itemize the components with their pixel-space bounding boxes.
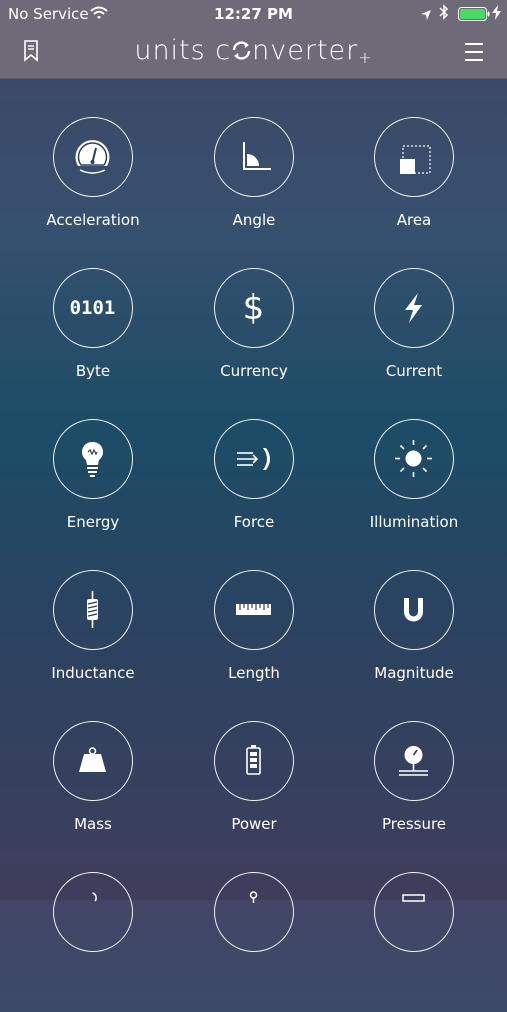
category-icon-circle [374,570,454,650]
location-arrow-icon [420,6,432,25]
category-label: Force [233,513,275,531]
weight-icon [79,747,106,772]
force-icon [237,448,270,470]
category-area[interactable]: Area [336,117,496,257]
category-label: Mass [74,815,112,833]
battery-icon [246,745,261,775]
category-partial-1[interactable] [15,872,175,1012]
category-icon-circle: 0101 [53,268,133,348]
category-label: Currency [220,362,288,380]
category-icon-circle [214,872,294,952]
category-partial-3[interactable] [336,872,496,1012]
app-title-plus: + [358,48,373,67]
refresh-arrows-icon [231,37,252,60]
category-icon-circle [374,419,454,499]
category-icon-circle [374,117,454,197]
category-label: Area [396,211,432,229]
status-bar: No Service 12:27 PM [0,0,507,28]
category-inductance[interactable]: Inductance [15,570,175,710]
partial-icon [249,891,258,903]
category-icon-circle [374,721,454,801]
category-icon-circle [214,570,294,650]
binary-icon: 0101 [70,297,116,319]
category-force[interactable]: Force [176,419,336,559]
hamburger-menu-icon[interactable] [463,42,485,66]
category-pressure[interactable]: Pressure [336,721,496,861]
category-currency[interactable]: $ Currency [176,268,336,408]
category-magnitude[interactable]: Magnitude [336,570,496,710]
category-angle[interactable]: Angle [176,117,336,257]
category-partial-2[interactable] [176,872,336,1012]
category-label: Acceleration [46,211,140,229]
category-label: Energy [66,513,120,531]
category-label: Illumination [369,513,459,531]
bluetooth-icon [439,4,449,24]
partial-icon [402,894,425,902]
category-icon-circle [214,117,294,197]
ruler-icon [236,604,271,615]
category-length[interactable]: Length [176,570,336,710]
category-current[interactable]: Current [336,268,496,408]
sun-icon [395,440,432,477]
category-label: Power [231,815,277,833]
charging-bolt-icon [492,5,501,24]
category-icon-circle: $ [214,268,294,348]
partial-icon [92,892,97,902]
nav-bar: units c nverter+ [0,28,507,79]
app-title: units c nverter+ [0,35,507,67]
svg-text:$: $ [243,288,265,328]
gauge-icon [399,746,428,776]
dollar-icon: $ [243,288,265,328]
category-illumination[interactable]: Illumination [336,419,496,559]
area-icon [400,145,431,174]
lightbulb-icon [81,441,104,477]
magnet-icon [404,598,423,622]
category-icon-circle [214,419,294,499]
category-acceleration[interactable]: Acceleration [15,117,175,257]
inductor-icon [87,591,98,628]
lightning-icon [405,293,422,323]
category-label: Angle [232,211,276,229]
category-power[interactable]: Power [176,721,336,861]
category-label: Length [228,664,280,682]
category-label: Byte [75,362,111,380]
category-icon-circle [53,117,133,197]
battery-status-icon [458,6,490,25]
category-label: Pressure [381,815,447,833]
unit-category-grid: Acceleration Angle Area 0101 Byte $ Curr… [0,78,507,952]
speedometer-icon [75,140,110,174]
svg-text:0101: 0101 [70,297,116,319]
category-byte[interactable]: 0101 Byte [15,268,175,408]
category-label: Magnitude [374,664,454,682]
angle-icon [243,142,271,170]
category-icon-circle [374,872,454,952]
category-icon-circle [53,419,133,499]
category-mass[interactable]: Mass [15,721,175,861]
category-label: Inductance [51,664,135,682]
category-icon-circle [374,268,454,348]
category-icon-circle [53,570,133,650]
category-energy[interactable]: Energy [15,419,175,559]
category-label: Current [385,362,443,380]
category-icon-circle [53,721,133,801]
category-icon-circle [214,721,294,801]
app-title-prefix: units c [134,35,232,66]
app-title-suffix: nverter [252,35,359,66]
category-icon-circle [53,872,133,952]
